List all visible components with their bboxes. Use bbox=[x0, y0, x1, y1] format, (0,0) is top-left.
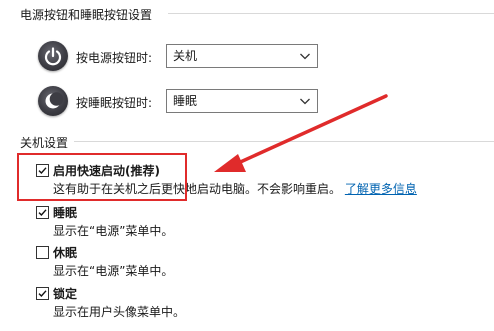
hibernate-option-label[interactable]: 休眠 bbox=[53, 244, 77, 261]
checkmark-icon bbox=[38, 209, 47, 217]
power-icon bbox=[38, 41, 68, 71]
sleep-button-action-dropdown[interactable]: 睡眠 bbox=[166, 89, 318, 113]
section-divider bbox=[168, 13, 494, 14]
sleep-option-label[interactable]: 睡眠 bbox=[53, 204, 77, 221]
fast-startup-label[interactable]: 启用快速启动(推荐) bbox=[53, 162, 160, 179]
sleep-button-selected-value: 睡眠 bbox=[173, 94, 198, 108]
learn-more-link[interactable]: 了解更多信息 bbox=[345, 182, 417, 196]
sleep-moon-icon bbox=[38, 86, 68, 116]
lock-checkbox[interactable] bbox=[36, 287, 49, 300]
power-buttons-section-title: 电源按钮和睡眠按钮设置 bbox=[20, 8, 153, 22]
sleep-checkbox[interactable] bbox=[36, 206, 49, 219]
sleep-button-label: 按睡眠按钮时: bbox=[76, 96, 153, 110]
power-button-label: 按电源按钮时: bbox=[76, 51, 153, 65]
power-button-action-dropdown[interactable]: 关机 bbox=[166, 44, 318, 68]
chevron-down-icon bbox=[300, 53, 310, 60]
section-divider bbox=[74, 141, 494, 142]
fast-startup-description: 这有助于在关机之后更快地启动电脑。不会影响重启。 bbox=[53, 182, 342, 196]
fast-startup-checkbox[interactable] bbox=[36, 164, 49, 177]
hibernate-option-description: 显示在“电源”菜单中。 bbox=[53, 264, 174, 278]
checkmark-icon bbox=[38, 167, 47, 175]
lock-option-description: 显示在用户头像菜单中。 bbox=[53, 305, 186, 319]
fast-startup-description-row: 这有助于在关机之后更快地启动电脑。不会影响重启。 了解更多信息 bbox=[53, 180, 417, 197]
power-button-selected-value: 关机 bbox=[173, 49, 198, 63]
chevron-down-icon bbox=[300, 98, 310, 105]
sleep-option-description: 显示在“电源”菜单中。 bbox=[53, 224, 174, 238]
hibernate-checkbox[interactable] bbox=[36, 246, 49, 259]
checkmark-icon bbox=[38, 290, 47, 298]
lock-option-label[interactable]: 锁定 bbox=[53, 285, 77, 302]
shutdown-section-title: 关机设置 bbox=[20, 136, 69, 150]
